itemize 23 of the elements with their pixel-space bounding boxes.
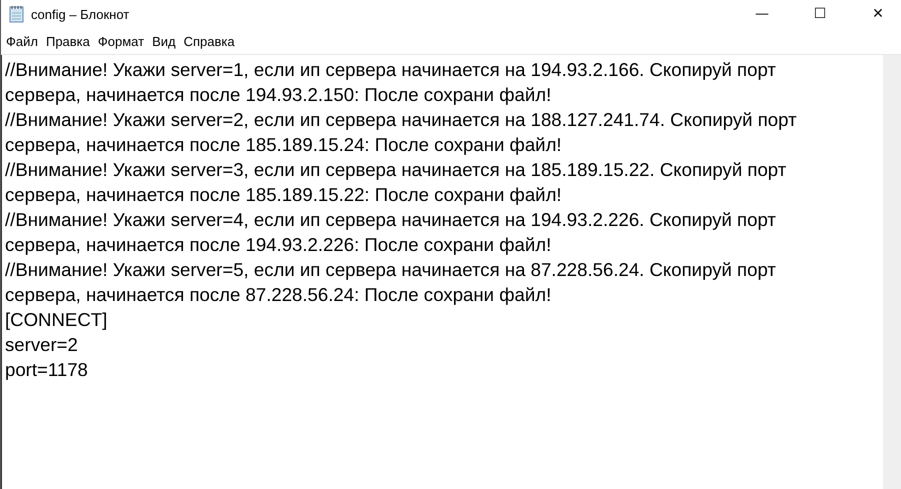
text-line: //Внимание! Укажи server=1, если ип сервера начинается на 194.93.2.166. Скопируй порт: [5, 58, 776, 82]
text-line: //Внимание! Укажи server=3, если ип сервера начинается на 185.189.15.22. Скопируй порт: [5, 158, 786, 182]
minimize-button[interactable]: —: [739, 0, 785, 28]
window-title: config – Блокнот: [31, 6, 130, 22]
maximize-button[interactable]: ☐: [797, 0, 843, 28]
close-button[interactable]: ✕: [855, 0, 901, 28]
text-line: сервера, начинается после 194.93.2.226: После сохрани файл!: [5, 233, 552, 257]
menu-item[interactable]: Вид: [152, 32, 176, 50]
text-line: сервера, начинается после 185.189.15.22: После сохрани файл!: [5, 183, 562, 207]
text-line: port=1178: [5, 358, 88, 382]
notepad-icon: [9, 5, 25, 23]
text-line: //Внимание! Укажи server=5, если ип сервера начинается на 87.228.56.24. Скопируй порт: [5, 258, 776, 282]
menu-item[interactable]: Файл: [6, 32, 38, 50]
menu-item[interactable]: Справка: [184, 32, 235, 50]
menu-item[interactable]: Формат: [98, 32, 144, 50]
text-line: [CONNECT]: [5, 308, 108, 332]
text-line: сервера, начинается после 185.189.15.24: После сохрани файл!: [5, 133, 562, 157]
text-line: //Внимание! Укажи server=4, если ип сервера начинается на 194.93.2.226. Скопируй порт: [5, 208, 776, 232]
text-line: сервера, начинается после 194.93.2.150: После сохрани файл!: [5, 83, 552, 107]
text-line: //Внимание! Укажи server=2, если ип сервера начинается на 188.127.241.74. Скопируй порт: [5, 108, 797, 132]
menu-item[interactable]: Правка: [46, 32, 90, 50]
text-line: server=2: [5, 333, 78, 357]
text-line: сервера, начинается после 87.228.56.24: После сохрани файл!: [5, 283, 552, 307]
